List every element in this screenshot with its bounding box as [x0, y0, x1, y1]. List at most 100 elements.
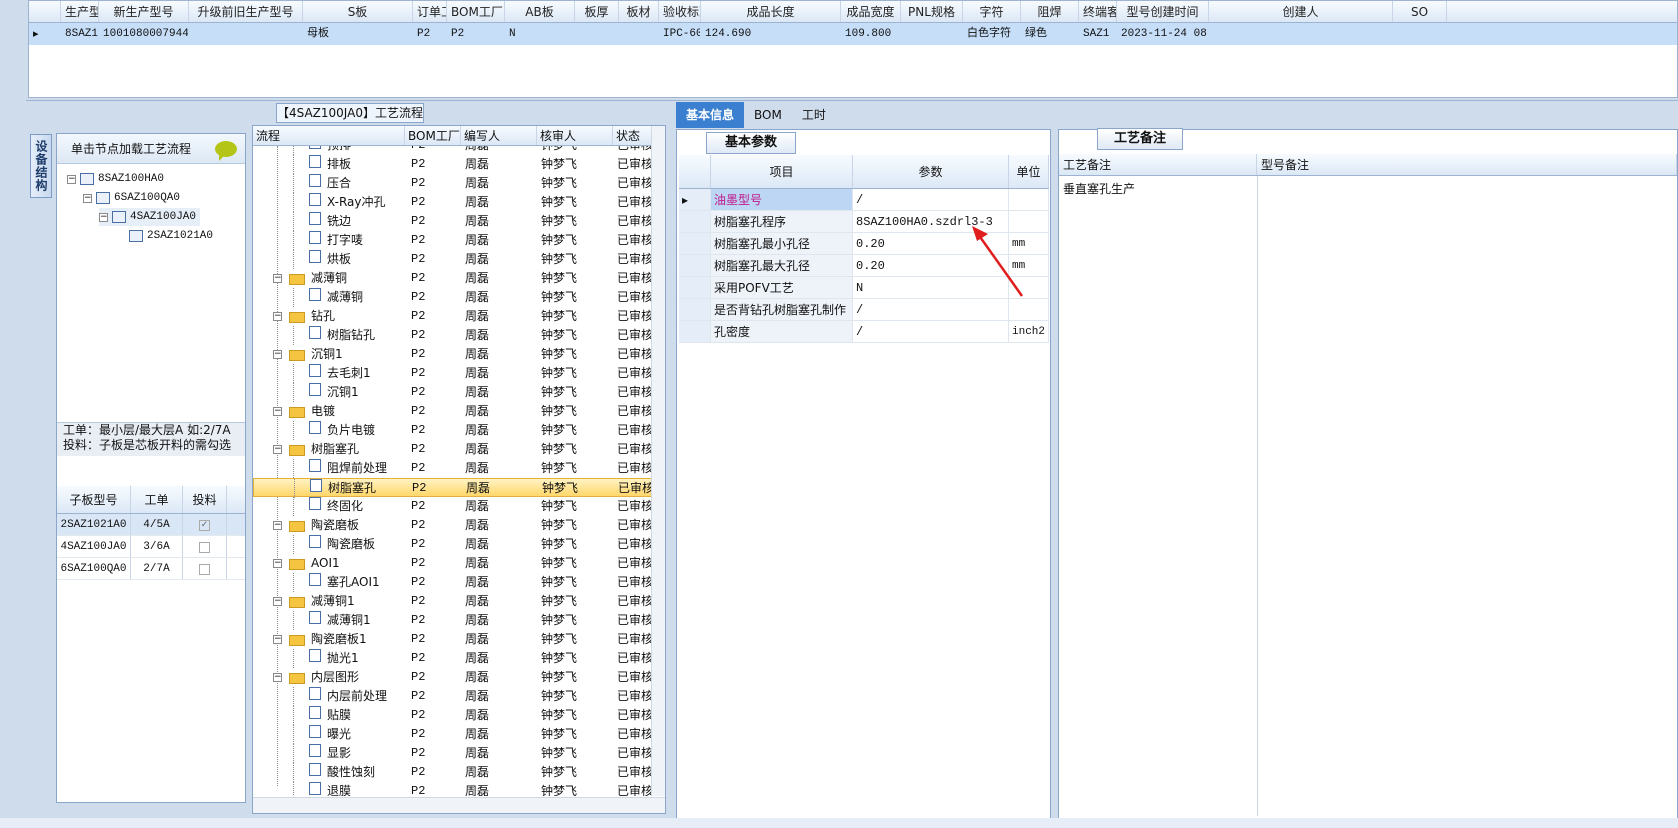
subboard-workorder[interactable]: 4/5A	[131, 514, 183, 535]
tab-bom[interactable]: BOM	[744, 102, 792, 128]
param-row[interactable]: 树脂塞孔最大孔径 0.20 mm	[679, 255, 1049, 277]
cell[interactable]: IPC-6012 Ⅱ级	[659, 23, 701, 45]
feed-checkbox[interactable]	[199, 563, 210, 575]
collapse-icon[interactable]: −	[273, 597, 282, 606]
collapse-icon[interactable]: −	[273, 445, 282, 454]
cell[interactable]: 109.800	[841, 23, 901, 45]
collapse-icon[interactable]: −	[273, 673, 282, 682]
col-flow[interactable]: 流程	[253, 126, 405, 145]
process-note-text[interactable]: 垂直塞孔生产	[1063, 180, 1135, 197]
col-header[interactable]: 字符	[963, 1, 1021, 22]
flow-row[interactable]: 内层前处理 P2 周磊 钟梦飞 已审核	[253, 687, 653, 706]
col-header[interactable]: 板材	[619, 1, 659, 22]
param-row[interactable]: 孔密度 / inch2	[679, 321, 1049, 343]
col-header[interactable]: 创建人	[1209, 1, 1393, 22]
feed-checkbox-cell[interactable]	[183, 536, 227, 557]
flow-row[interactable]: 预排 P2 周磊钟梦飞已审核	[253, 146, 653, 155]
cell[interactable]: 母板	[303, 23, 413, 45]
col-item[interactable]: 项目	[711, 155, 853, 188]
collapse-icon[interactable]: −	[273, 635, 282, 644]
param-row[interactable]: 树脂塞孔程序 8SAZ100HA0.szdrl3-3	[679, 211, 1049, 233]
flow-row[interactable]: − 减薄铜1 P2 周磊 钟梦飞 已审核	[253, 592, 653, 611]
subboard-row[interactable]: 4SAZ100JA0 3/6A	[57, 536, 245, 558]
flow-row[interactable]: 退膜 P2 周磊 钟梦飞 已审核	[253, 782, 653, 796]
cell[interactable]: P2	[413, 23, 447, 45]
subboard-workorder[interactable]: 3/6A	[131, 536, 183, 557]
col-process-note[interactable]: 工艺备注	[1059, 154, 1257, 175]
flow-row[interactable]: − 电镀 P2 周磊 钟梦飞 已审核	[253, 402, 653, 421]
flow-row[interactable]: − 陶瓷磨板1 P2 周磊 钟梦飞 已审核	[253, 630, 653, 649]
flow-row[interactable]: − 钻孔 P2 周磊 钟梦飞 已审核	[253, 307, 653, 326]
col-header[interactable]: 新生产型号	[99, 1, 189, 22]
subboard-workorder[interactable]: 2/7A	[131, 558, 183, 579]
flow-row[interactable]: − 树脂塞孔 P2 周磊 钟梦飞 已审核	[253, 440, 653, 459]
col-header[interactable]: BOM工厂	[447, 1, 505, 22]
cell[interactable]: 绿色	[1021, 23, 1079, 45]
flow-row[interactable]: 显影 P2 周磊 钟梦飞 已审核	[253, 744, 653, 763]
collapse-icon[interactable]: −	[83, 193, 92, 203]
tree-node-8SAZ100HA0[interactable]: − 8SAZ100HA0	[67, 170, 164, 188]
flow-row[interactable]: 塞孔AOI1 P2 周磊 钟梦飞 已审核	[253, 573, 653, 592]
flow-row[interactable]: 曝光 P2 周磊 钟梦飞 已审核	[253, 725, 653, 744]
subboard-row[interactable]: 6SAZ100QA0 2/7A	[57, 558, 245, 580]
col-header[interactable]: 升级前旧生产型号	[189, 1, 303, 22]
cell[interactable]	[1209, 23, 1393, 45]
tab-basic-info[interactable]: 基本信息	[676, 102, 745, 128]
param-value[interactable]: /	[853, 299, 1009, 320]
tab-process-note[interactable]: 工艺备注	[1097, 128, 1183, 150]
flow-row[interactable]: 沉铜1 P2 周磊 钟梦飞 已审核	[253, 383, 653, 402]
feed-checkbox-cell[interactable]: ✓	[183, 514, 227, 535]
collapse-icon[interactable]: −	[273, 521, 282, 530]
flow-row[interactable]: 减薄铜1 P2 周磊 钟梦飞 已审核	[253, 611, 653, 630]
cell[interactable]	[189, 23, 303, 45]
col-model-note[interactable]: 型号备注	[1257, 154, 1677, 175]
cell[interactable]	[619, 23, 659, 45]
tree-node-6SAZ100QA0[interactable]: − 6SAZ100QA0	[83, 189, 180, 207]
flow-row[interactable]: − 内层图形 P2 周磊 钟梦飞 已审核	[253, 668, 653, 687]
col-header[interactable]: 终端客户代码	[1079, 1, 1117, 22]
flow-row[interactable]: 去毛刺1 P2 周磊 钟梦飞 已审核	[253, 364, 653, 383]
collapse-icon[interactable]: −	[67, 174, 76, 184]
collapse-icon[interactable]: −	[273, 312, 282, 321]
flow-row[interactable]: − 沉铜1 P2 周磊 钟梦飞 已审核	[253, 345, 653, 364]
subboard-model[interactable]: 6SAZ100QA0	[57, 558, 131, 579]
param-value[interactable]: /	[853, 189, 1009, 210]
model-grid-row[interactable]: ▸8SAZ100HA010010800079444母板P2P2NIPC-6012…	[29, 23, 1677, 45]
col-header[interactable]: 验收标准	[659, 1, 701, 22]
flow-row[interactable]: 阻焊前处理 P2 周磊 钟梦飞 已审核	[253, 459, 653, 478]
param-value[interactable]: 0.20	[853, 233, 1009, 254]
col-header[interactable]: 型号创建时间	[1117, 1, 1209, 22]
col-header[interactable]: 订单工厂	[413, 1, 447, 22]
flow-row[interactable]: 树脂钻孔 P2 周磊 钟梦飞 已审核	[253, 326, 653, 345]
cell[interactable]	[575, 23, 619, 45]
flow-row[interactable]: 打字唛 P2 周磊 钟梦飞 已审核	[253, 231, 653, 250]
collapse-icon[interactable]: −	[273, 559, 282, 568]
subboard-model[interactable]: 2SAZ1021A0	[57, 514, 131, 535]
cell[interactable]	[901, 23, 963, 45]
cell[interactable]: 8SAZ100HA0	[61, 23, 99, 45]
col-header[interactable]: PNL规格	[901, 1, 963, 22]
param-row[interactable]: 采用POFV工艺 N	[679, 277, 1049, 299]
cell[interactable]: N	[505, 23, 575, 45]
col-feed[interactable]: 投料	[183, 486, 227, 513]
param-row[interactable]: 树脂塞孔最小孔径 0.20 mm	[679, 233, 1049, 255]
collapse-icon[interactable]: −	[273, 407, 282, 416]
col-unit[interactable]: 单位	[1009, 155, 1049, 188]
col-header[interactable]: 成品长度	[701, 1, 841, 22]
flow-horizontal-scrollbar[interactable]	[253, 797, 665, 813]
flow-row[interactable]: 终固化 P2 周磊 钟梦飞 已审核	[253, 497, 653, 516]
tab-equipment-structure[interactable]: 设备结构	[30, 134, 52, 198]
flow-row[interactable]: 铣边 P2 周磊 钟梦飞 已审核	[253, 212, 653, 231]
flow-row[interactable]: 陶瓷磨板 P2 周磊 钟梦飞 已审核	[253, 535, 653, 554]
col-header[interactable]: SO	[1393, 1, 1447, 22]
flow-row[interactable]: 酸性蚀刻 P2 周磊 钟梦飞 已审核	[253, 763, 653, 782]
flow-row[interactable]: 烘板 P2 周磊 钟梦飞 已审核	[253, 250, 653, 269]
feed-checkbox[interactable]: ✓	[199, 519, 210, 531]
flow-row[interactable]: 抛光1 P2 周磊 钟梦飞 已审核	[253, 649, 653, 668]
col-subboard-model[interactable]: 子板型号	[57, 486, 131, 513]
subboard-model[interactable]: 4SAZ100JA0	[57, 536, 131, 557]
feed-checkbox-cell[interactable]	[183, 558, 227, 579]
cell[interactable]: 10010800079444	[99, 23, 189, 45]
flow-row[interactable]: − 减薄铜 P2 周磊 钟梦飞 已审核	[253, 269, 653, 288]
cell[interactable]: 2023-11-24 08:50:43	[1117, 23, 1209, 45]
